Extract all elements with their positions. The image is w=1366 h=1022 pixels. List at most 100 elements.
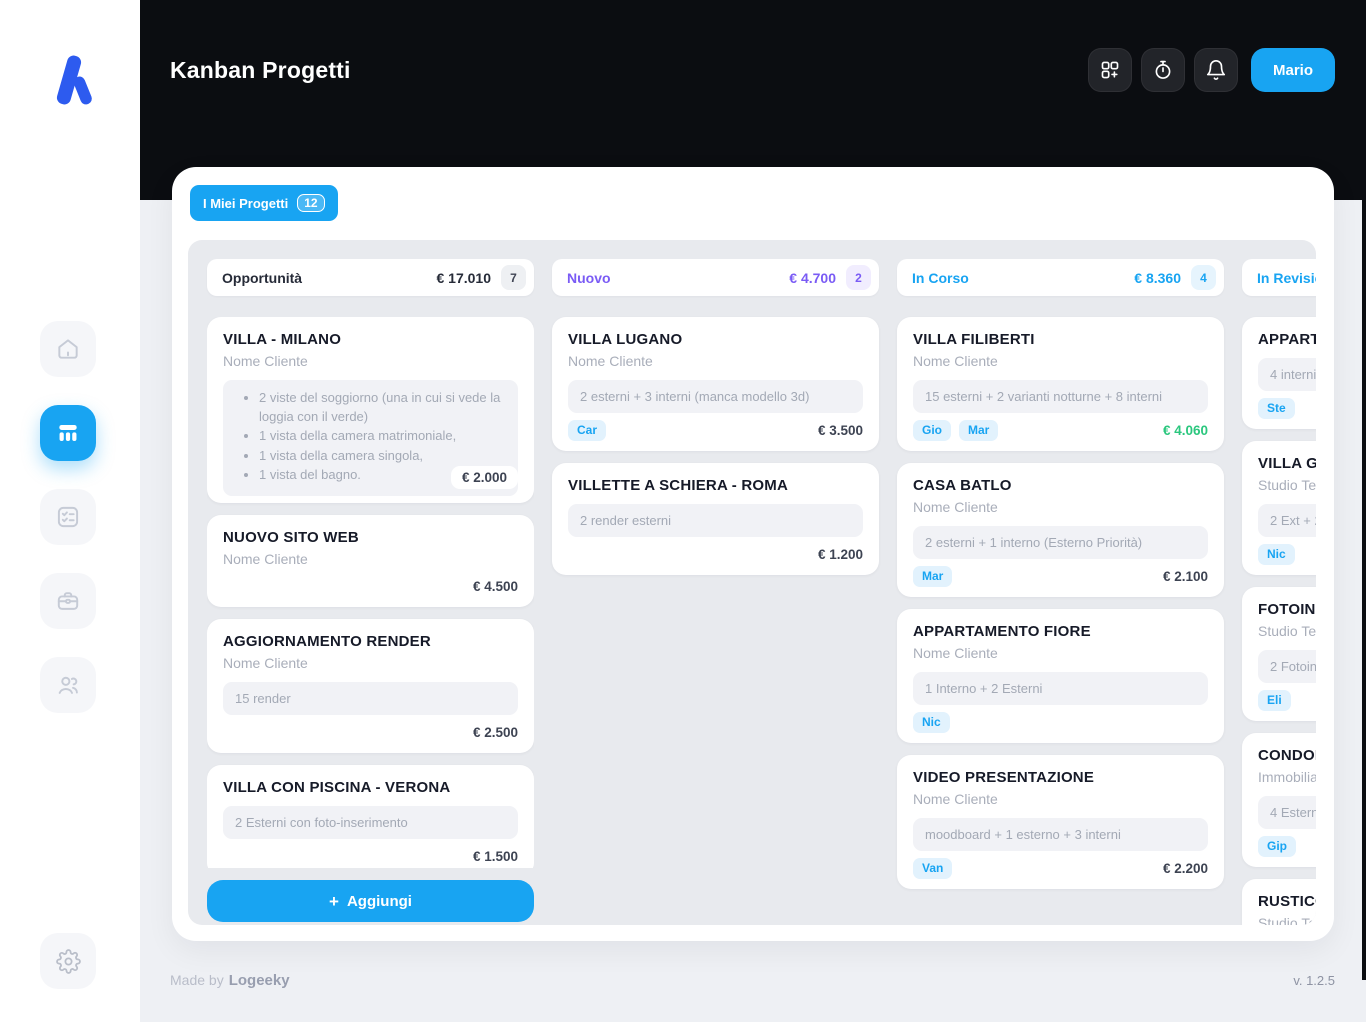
card-client: Nome Cliente [913,499,998,515]
sidebar-item-kanban[interactable] [40,405,96,461]
kanban-card[interactable]: VILLA LUGANO Nome Cliente 2 esterni + 3 in… [552,317,879,451]
card-footer: € 1.500 [223,846,518,867]
add-card-button[interactable]: + Aggiungi [207,880,534,922]
card-client: Nome Cliente [568,353,653,369]
kanban-card[interactable]: FOTOINSER Studio Tec 2 Fotoinse Eli [1242,587,1316,721]
card-footer: € 1.200 [568,544,863,565]
column-title: In Corso [912,269,969,286]
column-header-opportunita: Opportunità € 17.010 7 [207,259,534,296]
column-count-badge: 4 [1191,265,1216,290]
sidebar-item-tasks[interactable] [40,489,96,545]
kanban-card[interactable]: VILLA FILIBERTI Nome Cliente 15 esterni + … [897,317,1224,451]
column-header-in-corso: In Corso € 8.360 4 [897,259,1224,296]
card-tag: Van [913,858,953,879]
kanban-column-in-corso: In Corso € 8.360 4 VILLA FILIBERTI Nome Clie… [897,259,1224,901]
kanban-card[interactable]: AGGIORNAMENTO RENDER Nome Cliente 15 rende… [207,618,534,753]
card-tag: Gip [1258,836,1296,857]
tab-my-projects[interactable]: I Miei Progetti 12 [190,185,338,221]
card-description-box: 2 esterni + 1 interno (Esterno Priorità) [913,526,1208,559]
timer-button[interactable] [1140,48,1185,92]
sidebar-item-settings[interactable] [40,933,96,989]
tab-row: I Miei Progetti 12 [172,167,1334,221]
gear-icon [55,948,81,974]
sidebar [0,0,140,1022]
column-amount: € 8.360 [1134,269,1181,286]
kanban-column-opportunita: Opportunità € 17.010 7 VILLA - MILANO Nome C… [207,259,534,922]
card-footer: € 4.500 [223,576,518,597]
card-client: Nome Cliente [223,654,308,671]
card-client: Nome Cliente [913,645,998,661]
card-price: € 4.500 [472,578,518,594]
column-card-list: VILLA LUGANO Nome Cliente 2 esterni + 3 in… [552,317,879,587]
checklist-icon [57,506,79,528]
users-icon [58,676,78,694]
kanban-card[interactable]: VILLA G ST Studio Tec 2 Ext + 2 I Nic [1242,441,1316,575]
kanban-card[interactable]: VILLA CON PISCINA - VERONA 2 Esterni con … [207,764,534,868]
card-price: € 2.500 [472,724,518,740]
topbar: Kanban Progetti Mario [140,0,1366,140]
card-description-box: 15 render [223,681,518,715]
card-title: NUOVO SITO WEB [223,528,359,546]
kanban-card[interactable]: VILLETTE A SCHIERA - ROMA 2 render estern… [552,463,879,575]
add-card-label: Aggiungi [346,892,412,910]
footer: Made by Logeeky v. 1.2.5 [170,972,1335,989]
notifications-button[interactable] [1193,48,1238,92]
card-title: APPARTAMENTO FIORE [913,623,1091,640]
sidebar-item-work[interactable] [40,573,96,629]
card-tag: Mar [959,420,999,441]
kanban-card[interactable]: VIDEO PRESENTAZIONE Nome Cliente moodboard… [897,755,1224,889]
card-title: VILLA FILIBERTI [913,331,1035,348]
plus-icon: + [329,891,339,911]
sidebar-settings [40,933,96,989]
card-description-box: 2 esterni + 3 interni (manca modello 3d) [568,380,863,413]
card-footer: Mar € 2.100 [913,566,1208,587]
card-footer: Gio Mar € 4.060 [913,420,1208,441]
kanban-card[interactable]: CASA BATLO Nome Cliente 2 esterni + 1 inte… [897,463,1224,597]
grid-plus-icon [1101,61,1119,79]
card-client: Studio Tec [1258,477,1316,493]
add-widget-button[interactable] [1087,48,1132,92]
sidebar-item-team[interactable] [40,657,96,713]
kanban-card[interactable]: VILLA - MILANONome Cliente2 viste del so… [207,317,534,503]
column-header-in-revisione: In Revisione [1242,259,1316,296]
kanban-card[interactable]: RUSTICOStudio Tec3 EsterniGip [1242,879,1316,925]
card-description-box: 4 Esterni [1258,796,1316,829]
column-count-badge: 7 [501,265,526,290]
card-client: Studio Tec [1258,623,1316,639]
card-description-box: 4 interni [1258,358,1316,391]
card-footer: € 2.500 [223,722,518,743]
card-footer: Nic [913,712,1208,733]
card-footer: Van € 2.200 [913,858,1208,879]
version-label: v. 1.2.5 [1293,973,1335,988]
tab-count-badge: 12 [297,194,325,212]
card-description-box: 2 Esterni con foto-inserimento [223,805,518,839]
card-price: € 3.500 [817,423,863,438]
card-tag: Car [568,420,607,441]
card-footer: Ste [1258,398,1316,419]
column-card-list: VILLA - MILANONome Cliente2 viste del so… [207,317,534,868]
sidebar-item-home[interactable] [40,321,96,377]
card-footer: Eli [1258,690,1316,711]
card-tag: Ste [1258,398,1295,419]
kanban-card[interactable]: APPARTAME 4 interni Ste [1242,317,1316,429]
sidebar-nav [40,321,96,713]
card-tag: Nic [1258,544,1295,565]
kanban-card[interactable]: NUOVO SITO WEB Nome Cliente € 4.500 [207,514,534,607]
kanban-card[interactable]: CONDOMIN Immobiliar 4 Esterni Gip [1242,733,1316,867]
card-description-box: 1 Interno + 2 Esterni [913,672,1208,705]
card-title: VIDEO PRESENTAZIONE [913,769,1095,786]
kanban-card[interactable]: APPARTAMENTO FIORE Nome Cliente 1 Interno … [897,609,1224,743]
card-tag: Gio [913,420,951,441]
card-description-box: 2 Fotoinse [1258,650,1316,683]
page-title: Kanban Progetti [170,56,351,83]
card-client: Nome Cliente [913,353,998,369]
card-client: Nome Cliente [913,791,998,807]
kanban-column-in-revisione: In Revisione APPARTAME 4 interni Ste VILLA G… [1242,259,1316,925]
column-amount: € 4.700 [789,269,836,286]
logeeky-logo [56,55,92,105]
card-description-box: 2 Ext + 2 I [1258,504,1316,537]
made-by-brand-link[interactable]: Logeeky [229,972,290,989]
kanban-board: Opportunità € 17.010 7 VILLA - MILANO Nome C… [188,240,1316,925]
user-button[interactable]: Mario [1250,48,1335,92]
card-footer: Gip [1258,836,1316,857]
